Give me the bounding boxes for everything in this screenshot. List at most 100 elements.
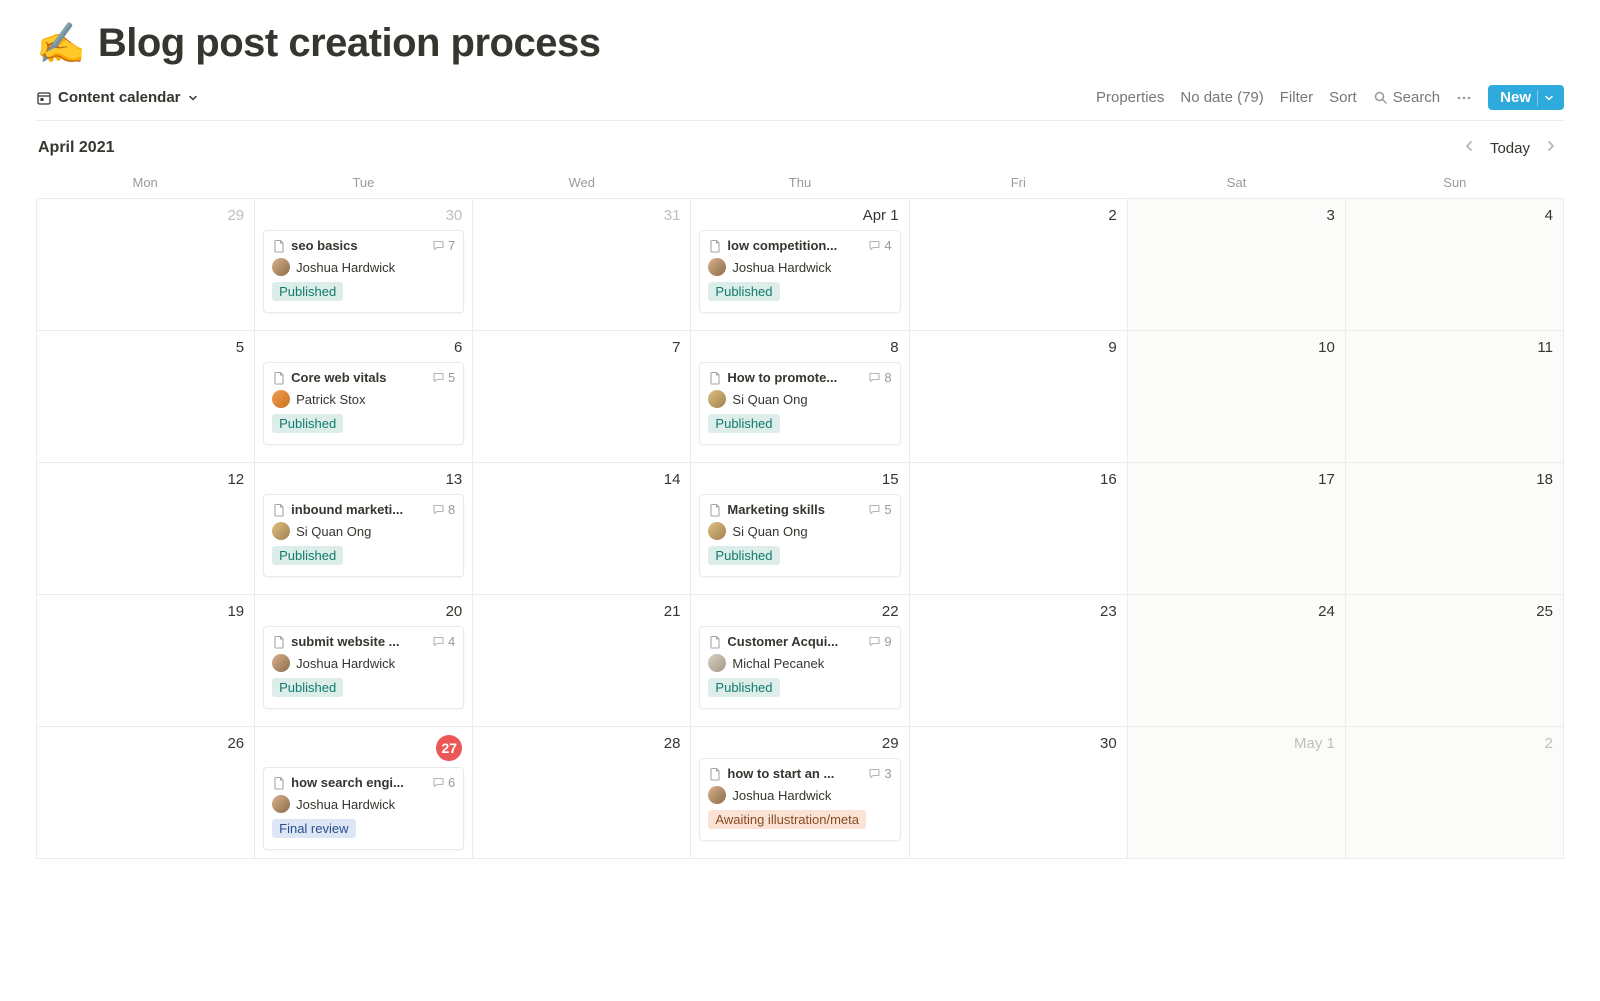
weekday-label: Sat — [1127, 175, 1345, 190]
next-month-button[interactable] — [1540, 135, 1562, 161]
calendar-cell[interactable]: 29how to start an ...3Joshua HardwickAwa… — [691, 727, 909, 859]
author-name: Joshua Hardwick — [732, 788, 831, 803]
sort-button[interactable]: Sort — [1329, 89, 1357, 106]
calendar-cell[interactable]: 14 — [473, 463, 691, 595]
properties-button[interactable]: Properties — [1096, 89, 1164, 106]
avatar — [708, 522, 726, 540]
card-author: Si Quan Ong — [272, 522, 455, 540]
comment-count[interactable]: 8 — [868, 370, 891, 385]
card-title: Core web vitals — [291, 370, 386, 385]
author-name: Patrick Stox — [296, 392, 365, 407]
avatar — [272, 522, 290, 540]
card-author: Si Quan Ong — [708, 522, 891, 540]
weekday-row: MonTueWedThuFriSatSun — [36, 169, 1564, 198]
status-tag: Published — [708, 678, 779, 697]
calendar-cell[interactable]: 5 — [37, 331, 255, 463]
comment-count[interactable]: 5 — [432, 370, 455, 385]
comment-count[interactable]: 9 — [868, 634, 891, 649]
calendar-event-card[interactable]: Marketing skills 5 Si Quan Ong Published — [699, 494, 900, 577]
calendar-cell[interactable]: May 1 — [1128, 727, 1346, 859]
filter-button[interactable]: Filter — [1280, 89, 1313, 106]
calendar-cell[interactable]: 15Marketing skills5Si Quan OngPublished — [691, 463, 909, 595]
date-number: 10 — [1136, 337, 1337, 362]
calendar-cell[interactable]: 22Customer Acqui...9Michal PecanekPublis… — [691, 595, 909, 727]
date-number: 20 — [263, 601, 464, 626]
calendar-cell[interactable]: 27how search engi...6Joshua HardwickFina… — [255, 727, 473, 859]
date-number: 23 — [918, 601, 1119, 626]
card-title: how search engi... — [291, 775, 404, 790]
calendar-cell[interactable]: 16 — [910, 463, 1128, 595]
comment-count[interactable]: 6 — [432, 775, 455, 790]
calendar-event-card[interactable]: inbound marketi...8Si Quan OngPublished — [263, 494, 464, 577]
card-title: Marketing skills — [727, 502, 825, 517]
new-button[interactable]: New — [1488, 85, 1564, 110]
avatar — [272, 258, 290, 276]
calendar-grid: 2930seo basics7Joshua HardwickPublished3… — [36, 198, 1564, 859]
card-title: submit website ... — [291, 634, 399, 649]
calendar-cell[interactable]: 6Core web vitals5Patrick StoxPublished — [255, 331, 473, 463]
calendar-cell[interactable]: 2 — [910, 199, 1128, 331]
search-button[interactable]: Search — [1373, 89, 1441, 106]
calendar-event-card[interactable]: how to start an ...3Joshua HardwickAwait… — [699, 758, 900, 841]
author-name: Joshua Hardwick — [296, 797, 395, 812]
author-name: Joshua Hardwick — [296, 260, 395, 275]
avatar — [708, 258, 726, 276]
calendar-cell[interactable]: 4 — [1346, 199, 1564, 331]
calendar-event-card[interactable]: seo basics7Joshua HardwickPublished — [263, 230, 464, 313]
calendar-cell[interactable]: 31 — [473, 199, 691, 331]
calendar-cell[interactable]: 23 — [910, 595, 1128, 727]
date-number: 25 — [1354, 601, 1555, 626]
status-tag: Final review — [272, 819, 355, 838]
calendar-cell[interactable]: 2 — [1346, 727, 1564, 859]
calendar-cell[interactable]: 24 — [1128, 595, 1346, 727]
calendar-cell[interactable]: 29 — [37, 199, 255, 331]
comment-count[interactable]: 3 — [868, 766, 891, 781]
calendar-cell[interactable]: 8How to promote...8Si Quan OngPublished — [691, 331, 909, 463]
status-tag: Published — [708, 546, 779, 565]
calendar-event-card[interactable]: submit website ...4Joshua HardwickPublis… — [263, 626, 464, 709]
comment-icon — [432, 776, 445, 789]
author-name: Michal Pecanek — [732, 656, 824, 671]
card-author: Joshua Hardwick — [708, 258, 891, 276]
prev-month-button[interactable] — [1458, 135, 1480, 161]
calendar-cell[interactable]: 25 — [1346, 595, 1564, 727]
calendar-cell[interactable]: 12 — [37, 463, 255, 595]
calendar-event-card[interactable]: low competition...4Joshua HardwickPublis… — [699, 230, 900, 313]
comment-count[interactable]: 5 — [868, 502, 891, 517]
calendar-event-card[interactable]: How to promote...8Si Quan OngPublished — [699, 362, 900, 445]
calendar-cell[interactable]: 10 — [1128, 331, 1346, 463]
comment-count[interactable]: 4 — [868, 238, 891, 253]
date-number: 17 — [1136, 469, 1337, 494]
today-button[interactable]: Today — [1490, 140, 1530, 157]
author-name: Si Quan Ong — [732, 524, 807, 539]
calendar-cell[interactable]: 13inbound marketi...8Si Quan OngPublishe… — [255, 463, 473, 595]
no-date-button[interactable]: No date (79) — [1180, 89, 1263, 106]
page-icon — [708, 371, 722, 385]
comment-count[interactable]: 7 — [432, 238, 455, 253]
weekday-label: Wed — [473, 175, 691, 190]
calendar-cell[interactable]: 28 — [473, 727, 691, 859]
more-button[interactable] — [1456, 90, 1472, 106]
calendar-cell[interactable]: 21 — [473, 595, 691, 727]
calendar-cell[interactable]: 26 — [37, 727, 255, 859]
calendar-cell[interactable]: 3 — [1128, 199, 1346, 331]
calendar-cell[interactable]: 17 — [1128, 463, 1346, 595]
weekday-label: Mon — [36, 175, 254, 190]
calendar-cell[interactable]: 30seo basics7Joshua HardwickPublished — [255, 199, 473, 331]
calendar-event-card[interactable]: how search engi... 6 Joshua Hardwick Final … — [263, 767, 464, 850]
comment-icon — [868, 635, 881, 648]
calendar-cell[interactable]: 7 — [473, 331, 691, 463]
calendar-event-card[interactable]: Core web vitals5Patrick StoxPublished — [263, 362, 464, 445]
calendar-event-card[interactable]: Customer Acqui...9Michal PecanekPublishe… — [699, 626, 900, 709]
calendar-cell[interactable]: 30 — [910, 727, 1128, 859]
view-name: Content calendar — [58, 89, 181, 106]
calendar-cell[interactable]: Apr 1low competition...4Joshua HardwickP… — [691, 199, 909, 331]
comment-count[interactable]: 4 — [432, 634, 455, 649]
calendar-cell[interactable]: 11 — [1346, 331, 1564, 463]
calendar-cell[interactable]: 9 — [910, 331, 1128, 463]
view-switcher[interactable]: Content calendar — [36, 89, 199, 106]
calendar-cell[interactable]: 19 — [37, 595, 255, 727]
comment-count[interactable]: 8 — [432, 502, 455, 517]
calendar-cell[interactable]: 20submit website ...4Joshua HardwickPubl… — [255, 595, 473, 727]
calendar-cell[interactable]: 18 — [1346, 463, 1564, 595]
